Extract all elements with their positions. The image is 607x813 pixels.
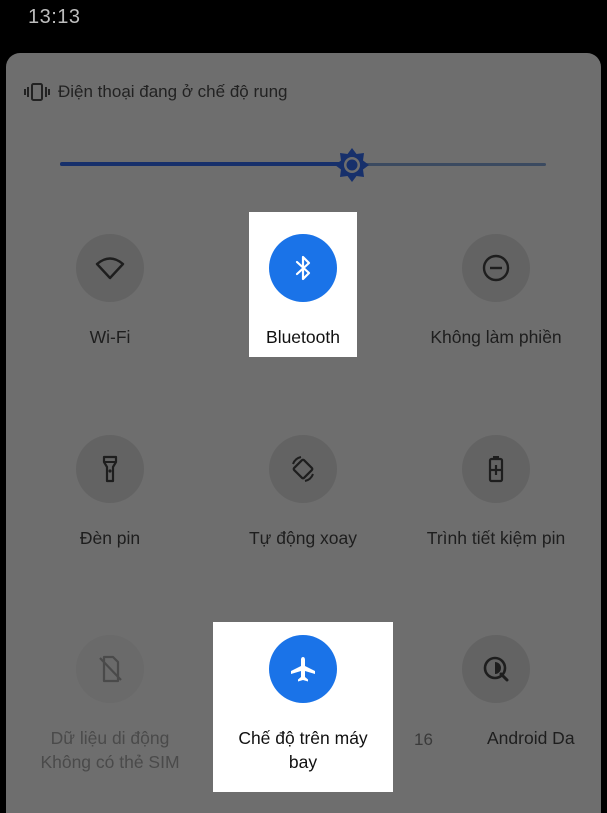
android-dark-label: Android Da: [487, 728, 575, 748]
autorotate-toggle[interactable]: [269, 435, 337, 503]
tile-autorotate[interactable]: Tự động xoay: [203, 435, 403, 565]
tile-wifi[interactable]: Wi-Fi: [10, 234, 210, 364]
tile-flashlight[interactable]: Đèn pin: [10, 435, 210, 565]
dnd-label: Không làm phiền: [430, 327, 562, 347]
brightness-slider[interactable]: [60, 146, 546, 184]
battery-saver-icon: [488, 456, 504, 483]
brightness-icon[interactable]: [333, 146, 371, 184]
flashlight-label: Đèn pin: [79, 528, 141, 548]
android-dark-toggle[interactable]: [462, 635, 530, 703]
ringer-status[interactable]: Điện thoại đang ở chế độ rung: [24, 80, 287, 104]
dnd-toggle[interactable]: [462, 234, 530, 302]
ringer-text: Điện thoại đang ở chế độ rung: [58, 82, 288, 101]
bluetooth-icon: [295, 255, 311, 281]
tile-bluetooth[interactable]: Bluetooth: [203, 234, 403, 364]
bluetooth-toggle[interactable]: [269, 234, 337, 302]
slider-fill: [60, 162, 352, 166]
bluetooth-label: Bluetooth: [266, 327, 340, 347]
flashlight-icon: [102, 455, 118, 483]
battery-saver-toggle[interactable]: [462, 435, 530, 503]
flashlight-toggle[interactable]: [76, 435, 144, 503]
airplane-icon: [291, 657, 315, 682]
do-not-disturb-icon: [482, 254, 510, 282]
battery-saver-label: Trình tiết kiệm pin: [426, 528, 566, 548]
airplane-label-line2: bay: [288, 752, 318, 772]
mobile-data-toggle[interactable]: [76, 635, 144, 703]
wifi-icon: [95, 257, 125, 280]
wifi-toggle[interactable]: [76, 234, 144, 302]
tile-airplane[interactable]: Chế độ trên máy bay: [203, 635, 403, 772]
dark-theme-icon: [483, 656, 509, 682]
mobile-data-label: Dữ liệu di động: [50, 728, 170, 748]
tile-mobile-data[interactable]: Dữ liệu di động Không có thẻ SIM: [10, 635, 210, 772]
vibrate-icon: [24, 83, 50, 101]
wifi-label: Wi-Fi: [89, 327, 131, 347]
tile-dnd[interactable]: Không làm phiền: [396, 234, 596, 364]
autorotate-label: Tự động xoay: [248, 528, 358, 548]
android-dark-label-clip: Android Da: [455, 700, 577, 800]
status-bar: 13:13: [0, 0, 607, 44]
airplane-label-line1: Chế độ trên máy: [238, 728, 368, 748]
auto-rotate-icon: [292, 456, 314, 482]
airplane-toggle[interactable]: [269, 635, 337, 703]
tile-battery-saver[interactable]: Trình tiết kiệm pin: [396, 435, 596, 565]
status-time: 13:13: [28, 6, 81, 28]
no-sim-icon: [99, 655, 122, 683]
mobile-data-sublabel: Không có thẻ SIM: [40, 752, 180, 772]
